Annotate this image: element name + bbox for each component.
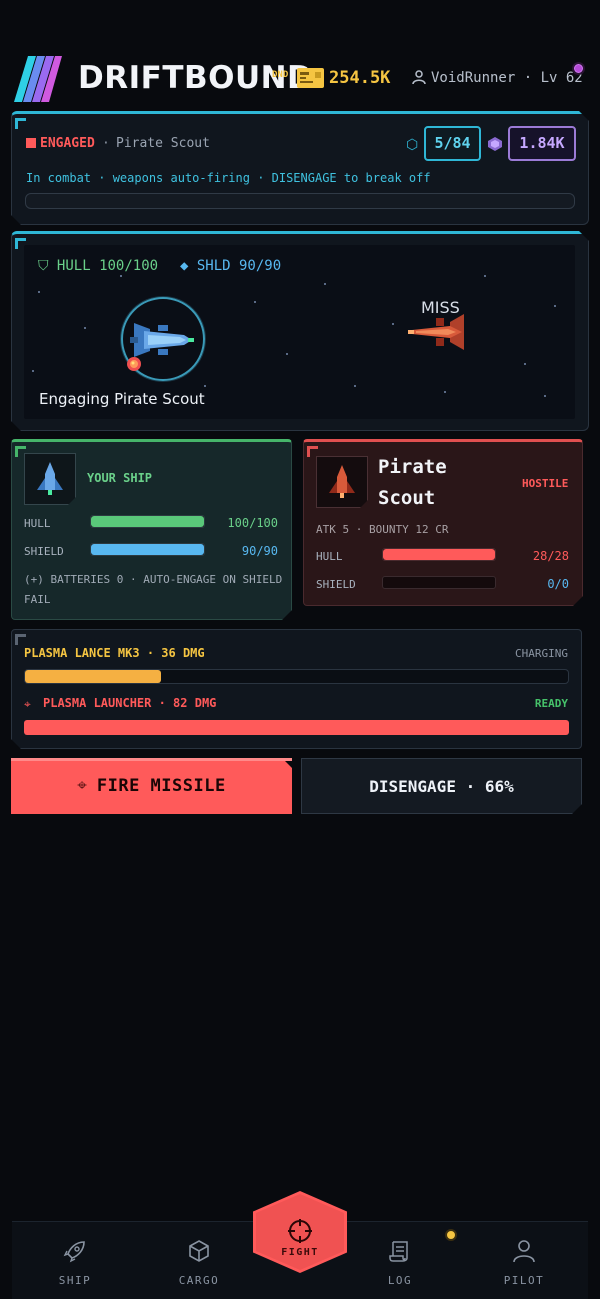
your-shield-label: SHIELD [24, 545, 64, 558]
nav-fight-label: FIGHT [281, 1247, 319, 1258]
panel-corner-mark [307, 446, 318, 457]
rocket-icon [63, 1241, 85, 1263]
your-shield-bar [90, 543, 205, 556]
your-shield-bar-fill [91, 544, 204, 555]
gem-icon [488, 137, 502, 151]
primary-weapon-status: CHARGING [515, 647, 568, 660]
disengage-button[interactable]: DISENGAGE · 66% [301, 758, 582, 814]
secondary-weapon-name: PLASMA LAUNCHER · 82 DMG [43, 696, 217, 710]
crosshair-icon: ⌖ [77, 776, 87, 795]
your-shield-value: 90/90 [241, 544, 278, 558]
pilot-name-level[interactable]: VoidRunner · Lv 62 [431, 70, 583, 86]
your-ship-thumbnail[interactable] [24, 453, 76, 505]
your-ship-title: YOUR SHIP [87, 471, 153, 485]
nav-pilot-label: PILOT [503, 1274, 545, 1287]
combat-state: ENGAGED [40, 136, 95, 151]
enemy-ship-icon [317, 457, 367, 507]
hostile-tag: HOSTILE [522, 477, 569, 490]
user-icon [513, 1240, 535, 1263]
battle-caption: Engaging Pirate Scout [39, 390, 205, 408]
nav-cargo-label: CARGO [178, 1274, 220, 1287]
fire-missile-label: FIRE MISSILE [96, 776, 226, 796]
disengage-label: DISENGAGE · 66% [369, 776, 514, 796]
enemy-hull-bar [382, 548, 496, 561]
enemy-shield-value: 0/0 [547, 577, 569, 591]
secondary-weapon-charge-fill [24, 720, 569, 735]
your-hull-bar-fill [91, 516, 204, 527]
battery-note: (+) BATTERIES 0 · AUTO-ENGAGE ON SHIELD … [24, 573, 283, 606]
crosshair-icon [288, 1219, 312, 1243]
credits-card-icon [297, 68, 324, 88]
fire-button-highlight [11, 758, 292, 761]
nav-ship[interactable]: SHIP [25, 1234, 125, 1292]
scroll-icon [389, 1241, 408, 1262]
your-hull-value: 100/100 [227, 516, 278, 530]
notification-dot[interactable] [572, 62, 585, 75]
nav-fight[interactable]: FIGHT [253, 1191, 347, 1273]
enemy-hull-label: HULL [316, 550, 343, 563]
nav-log[interactable]: LOG [350, 1234, 450, 1292]
box-icon [189, 1240, 209, 1262]
cargo-hex-icon: ⬡ [406, 137, 419, 153]
miss-indicator: MISS [421, 298, 460, 317]
user-icon [412, 70, 426, 85]
fire-missile-button[interactable]: ⌖ FIRE MISSILE [11, 758, 292, 814]
primary-weapon-charge-bar [24, 669, 569, 684]
panel-corner-mark [15, 634, 26, 645]
explosion-icon [127, 357, 141, 371]
your-ship-icon [25, 454, 75, 504]
dnd-badge: DND [272, 70, 289, 80]
player-hull-chip: ⛉ HULL 100/100 [38, 258, 159, 274]
player-shield-chip: ◆ SHLD 90/90 [180, 258, 282, 274]
combat-target: Pirate Scout [116, 136, 210, 151]
enemy-hull-bar-fill [383, 549, 495, 560]
crosshair-icon: ⌖ [24, 697, 31, 711]
enemy-stats: ATK 5 · BOUNTY 12 CR [316, 523, 449, 536]
log-notification-dot [445, 1229, 457, 1241]
combat-progress-bar [25, 193, 575, 209]
credits-balance[interactable]: 254.5K [329, 68, 390, 88]
enemy-name: Pirate Scout [378, 456, 447, 509]
enemy-shield-bar [382, 576, 496, 589]
enemy-shield-label: SHIELD [316, 578, 356, 591]
primary-weapon-name: PLASMA LANCE MK3 · 36 DMG [24, 646, 205, 660]
your-hull-bar [90, 515, 205, 528]
secondary-weapon-status: READY [534, 697, 568, 710]
enemy-thumbnail[interactable] [316, 456, 368, 508]
engaged-indicator [26, 138, 36, 148]
nav-cargo[interactable]: CARGO [149, 1234, 249, 1292]
panel-corner-mark [15, 118, 26, 129]
nav-log-label: LOG [387, 1274, 413, 1287]
status-separator: · [102, 136, 110, 151]
primary-weapon-charge-fill [25, 670, 161, 683]
secondary-weapon-charge-bar [24, 720, 569, 735]
gems-badge[interactable]: 1.84K [508, 126, 576, 161]
cargo-badge[interactable]: 5/84 [424, 126, 481, 161]
your-hull-label: HULL [24, 517, 51, 530]
combat-hint: In combat · weapons auto-firing · DISENG… [26, 171, 431, 185]
nav-ship-label: SHIP [58, 1274, 92, 1287]
enemy-hull-value: 28/28 [532, 549, 569, 563]
nav-pilot[interactable]: PILOT [474, 1234, 574, 1292]
logo-mark [14, 56, 62, 102]
